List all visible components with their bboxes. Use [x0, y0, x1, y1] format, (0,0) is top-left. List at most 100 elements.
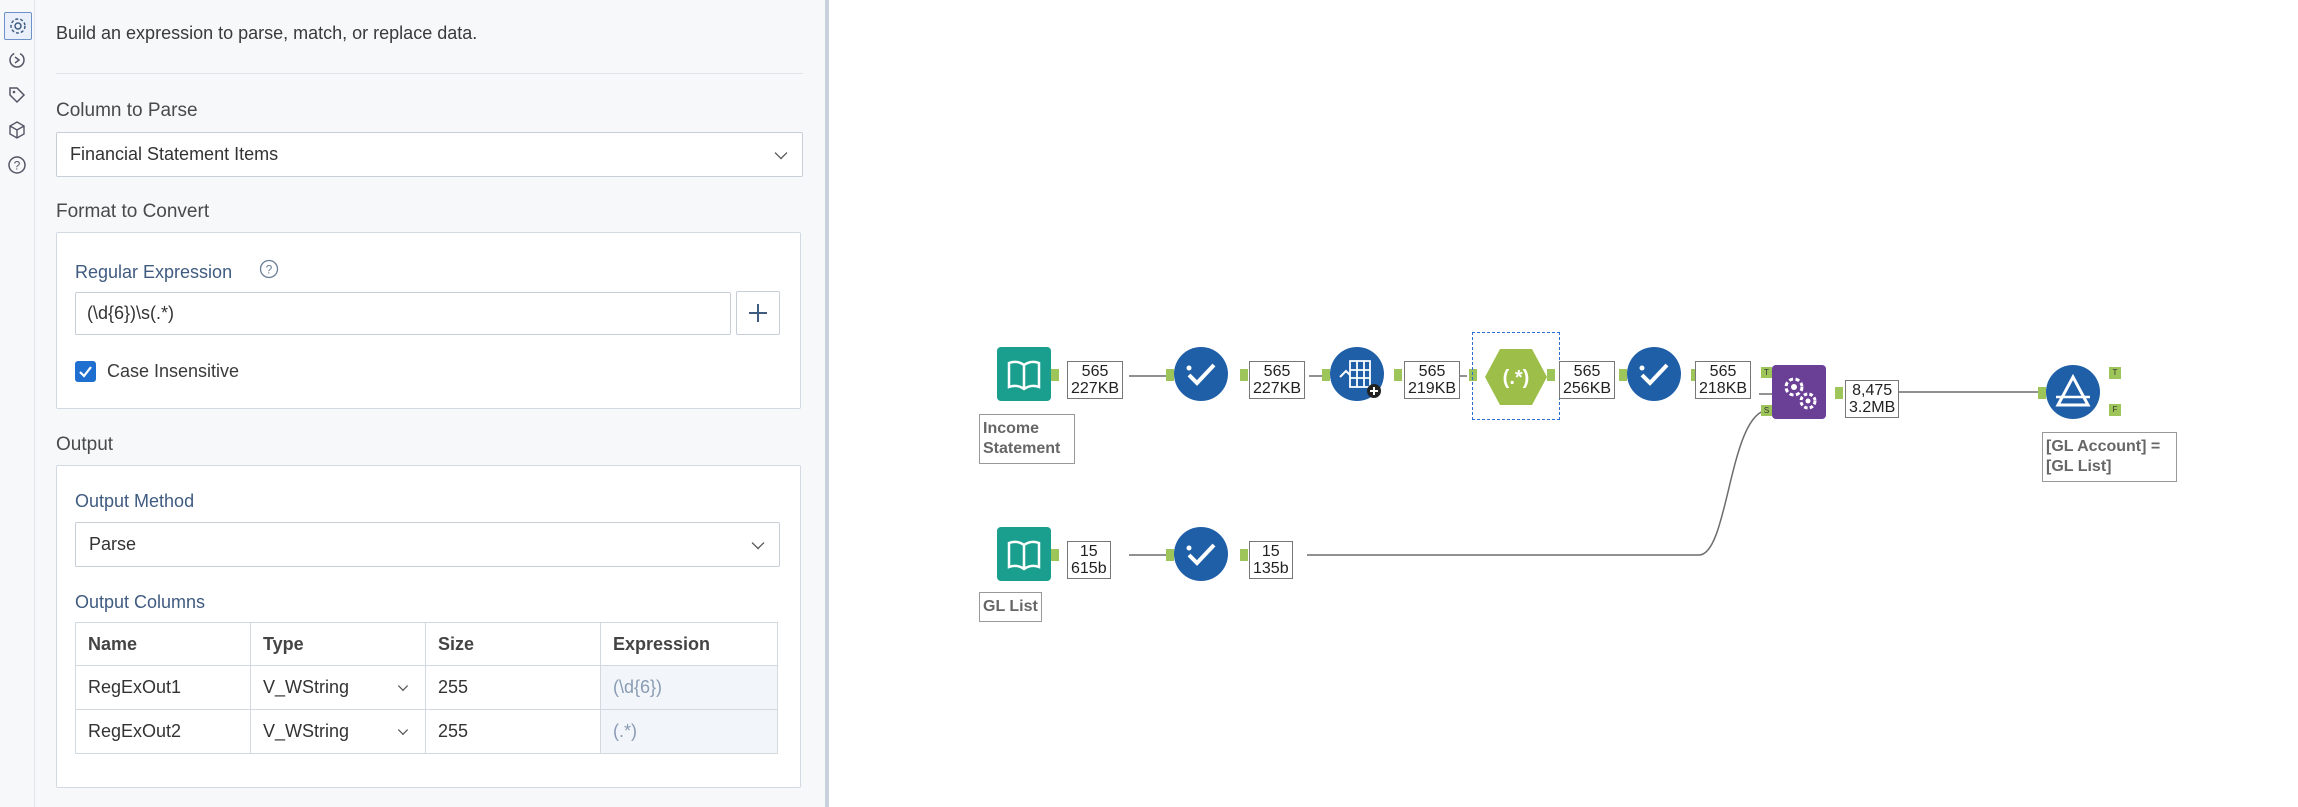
false-output-anchor[interactable]: F [2109, 404, 2121, 416]
name-cell[interactable]: RegExOut2 [75, 709, 251, 754]
help-icon[interactable]: ? [4, 152, 30, 178]
type-value: V_WString [263, 677, 350, 697]
record-count: 565 [1263, 363, 1291, 380]
select-tool[interactable] [1174, 527, 1228, 581]
size-cell[interactable]: 255 [425, 665, 601, 710]
tool-rail: ? [0, 0, 35, 807]
output-anchor[interactable] [1240, 549, 1248, 561]
tag-icon[interactable] [4, 82, 30, 108]
output-anchor[interactable] [1394, 369, 1402, 381]
data-size: 219KB [1408, 380, 1457, 397]
input-data-tool[interactable] [997, 527, 1051, 581]
true-output-anchor[interactable]: T [2109, 367, 2121, 379]
regex-tool[interactable]: (.*) [1483, 347, 1549, 407]
output-title: Output [56, 434, 114, 455]
chevron-down-icon [397, 724, 409, 735]
data-size: 3.2MB [1849, 399, 1896, 416]
tool-description: Build an expression to parse, match, or … [56, 23, 478, 43]
filter-condition-annotation: [GL Account] = [GL List] [2042, 432, 2177, 482]
grid-plus-icon [1339, 360, 1381, 398]
data-size: 227KB [1253, 380, 1302, 397]
type-value: V_WString [263, 721, 350, 741]
record-count: 565 [1573, 363, 1601, 380]
output-anchor[interactable] [1240, 369, 1248, 381]
input-anchor[interactable] [1619, 369, 1627, 381]
table-row: RegExOut2 V_WString 255 (.*) [75, 709, 778, 754]
record-stat: 565 218KB [1695, 361, 1752, 399]
book-icon [1007, 540, 1041, 571]
record-count: 565 [1081, 363, 1109, 380]
data-size: 256KB [1563, 380, 1612, 397]
output-columns-label: Output Columns [75, 592, 206, 612]
name-cell[interactable]: RegExOut1 [75, 665, 251, 710]
income-statement-annotation: Income Statement [979, 414, 1075, 464]
data-size: 135b [1253, 560, 1289, 577]
annotation-line: [GL List] [2046, 458, 2112, 475]
refresh-navigate-icon[interactable] [4, 47, 30, 73]
source-anchor[interactable]: S [1761, 405, 1772, 416]
check-icon [79, 366, 92, 378]
true-anchor[interactable]: T [1761, 367, 1772, 378]
annotation-line: [GL Account] = [2046, 438, 2161, 455]
column-header-expression: Expression [600, 622, 778, 666]
record-stat: 565 227KB [1249, 361, 1306, 399]
regex-input[interactable]: (\d{6})\s(.*) [75, 292, 731, 335]
select-tool[interactable] [1627, 347, 1681, 401]
output-method-dropdown[interactable]: Parse [75, 522, 780, 567]
table-header-row: Name Type Size Expression [75, 622, 778, 666]
multi-field-formula-tool[interactable] [1330, 347, 1384, 401]
type-select[interactable]: V_WString [250, 665, 426, 710]
hexagon-icon: (.*) [1485, 349, 1547, 405]
table-row: RegExOut1 V_WString 255 (\d{6}) [75, 665, 778, 710]
record-stat: 565 219KB [1404, 361, 1461, 399]
record-count: 8,475 [1852, 382, 1893, 399]
expression-cell: (\d{6}) [600, 665, 778, 710]
batch-macro-tool[interactable] [1772, 365, 1826, 419]
output-anchor[interactable] [1051, 369, 1059, 381]
checkmark-icon [1186, 363, 1216, 386]
chevron-down-icon [397, 680, 409, 691]
output-method-label: Output Method [75, 491, 195, 511]
help-icon[interactable]: ? [258, 258, 280, 280]
type-select[interactable]: V_WString [250, 709, 426, 754]
output-anchor[interactable] [1547, 369, 1555, 381]
record-stat: 15 135b [1249, 541, 1293, 579]
input-anchor[interactable] [1166, 549, 1174, 561]
input-anchor[interactable] [2038, 387, 2046, 399]
gears-icon [1784, 377, 1817, 410]
chevron-down-icon [751, 536, 765, 549]
regex-node-label: (.*) [1503, 367, 1530, 389]
annotation-line: Statement [983, 440, 1061, 457]
output-anchor[interactable] [1051, 549, 1059, 561]
column-header-size: Size [425, 622, 601, 666]
connection-line [1307, 409, 1770, 556]
add-expression-button[interactable] [736, 291, 780, 335]
case-insensitive-checkbox[interactable] [75, 361, 96, 382]
record-stat: 8,475 3.2MB [1845, 380, 1900, 418]
format-to-convert-title: Format to Convert [56, 201, 210, 222]
data-size: 218KB [1699, 380, 1748, 397]
gear-icon[interactable] [4, 12, 32, 40]
output-columns-table: Name Type Size Expression RegExOut1 V_WS… [75, 622, 778, 754]
record-count: 565 [1709, 363, 1737, 380]
output-anchor[interactable] [1835, 387, 1843, 399]
size-cell[interactable]: 255 [425, 709, 601, 754]
workflow-canvas[interactable]: 565 227KB Income Statement 565 227KB 565 219… [829, 0, 2298, 807]
column-header-name: Name [75, 622, 251, 666]
checkmark-icon [1639, 363, 1669, 386]
filter-tool[interactable] [2046, 365, 2100, 419]
case-insensitive-label: Case Insensitive [107, 361, 240, 381]
record-stat: 15 615b [1067, 541, 1111, 579]
input-data-tool[interactable] [997, 347, 1051, 401]
select-tool[interactable] [1174, 347, 1228, 401]
record-stat: 565 227KB [1067, 361, 1124, 399]
regex-value: (\d{6})\s(.*) [87, 303, 175, 323]
record-count: 15 [1261, 543, 1280, 560]
plus-icon [749, 304, 767, 322]
column-to-parse-dropdown[interactable]: Financial Statement Items [56, 132, 803, 177]
divider [56, 73, 803, 74]
input-anchor[interactable] [1322, 369, 1330, 381]
input-anchor[interactable] [1166, 369, 1174, 381]
cube-icon[interactable] [4, 117, 30, 143]
output-method-value: Parse [89, 534, 137, 554]
